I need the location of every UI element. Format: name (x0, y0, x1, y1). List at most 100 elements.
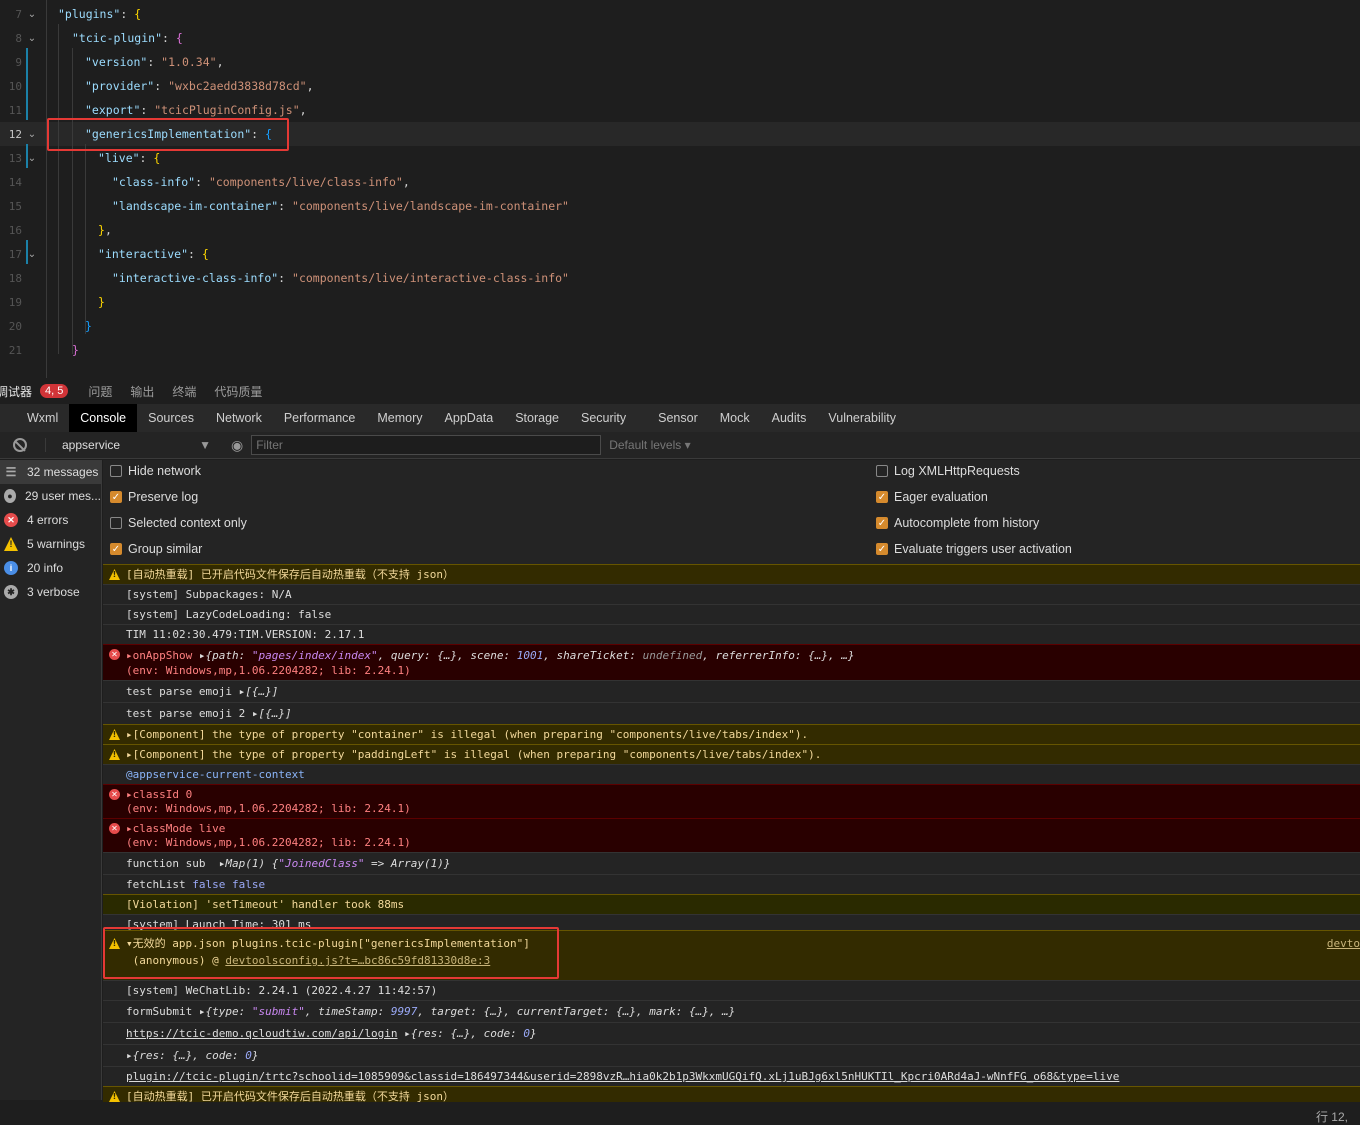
checkbox[interactable]: ✓ (876, 491, 888, 503)
setting-selected-context-only[interactable]: Selected context only (110, 516, 247, 530)
code-text: } (72, 343, 79, 357)
code-text: "plugins": { (58, 7, 142, 21)
sidebar-item-info[interactable]: i 20 info (0, 556, 101, 580)
fold-chevron-icon[interactable]: ⌄ (22, 249, 42, 260)
fold-chevron-icon[interactable]: ⌄ (22, 129, 42, 140)
setting-evaluate-triggers-user-activation[interactable]: ✓ Evaluate triggers user activation (876, 542, 1072, 556)
console-log-row[interactable]: test parse emoji ▸[{…}] (103, 680, 1360, 702)
sidebar-item-warnings[interactable]: ! 5 warnings (0, 532, 101, 556)
code-text: "version": "1.0.34", (85, 55, 224, 69)
code-text: "interactive": { (98, 247, 209, 261)
line-number: 18 (8, 271, 22, 285)
fold-chevron-icon[interactable]: ⌄ (22, 153, 42, 164)
clear-console-icon[interactable] (13, 438, 27, 452)
setting-autocomplete-from-history[interactable]: ✓ Autocomplete from history (876, 516, 1039, 530)
editor-line[interactable]: 8 ⌄ "tcic-plugin": { (0, 26, 1360, 50)
setting-log-xmlhttprequests[interactable]: Log XMLHttpRequests (876, 464, 1020, 478)
sidebar-item-user-messages[interactable]: ● 29 user mes... (0, 484, 101, 508)
plugin-url-link[interactable]: plugin://tcic-plugin/trtc?schoolid=10859… (126, 1070, 1119, 1083)
editor-line[interactable]: 15 "landscape-im-container": "components/… (0, 194, 1360, 218)
setting-hide-network[interactable]: Hide network (110, 464, 201, 478)
code-editor[interactable]: 7 ⌄ "plugins": {8 ⌄ "tcic-plugin": {9 "versio… (0, 0, 1360, 378)
checkbox[interactable]: ✓ (110, 543, 122, 555)
console-log-row[interactable]: formSubmit ▸{type: "submit", timeStamp: … (103, 1000, 1360, 1022)
setting-eager-evaluation[interactable]: ✓ Eager evaluation (876, 490, 988, 504)
cursor-position: 行 12, (1315, 1110, 1348, 1124)
tab-memory[interactable]: Memory (366, 404, 433, 432)
code-text: "class-info": "components/live/class-inf… (112, 175, 410, 189)
default-levels-dropdown[interactable]: Default levels ▾ (609, 438, 690, 452)
setting-preserve-log[interactable]: ✓ Preserve log (110, 490, 198, 504)
tab-wxml[interactable]: Wxml (16, 404, 69, 432)
tab-network[interactable]: Network (205, 404, 273, 432)
setting-label: Preserve log (128, 490, 199, 504)
tab-console[interactable]: Console (69, 404, 138, 432)
console-warning-row: ! [自动热重载] 已开启代码文件保存后自动热重载（不支持 json） (103, 564, 1360, 584)
console-error-row[interactable]: ✕ ▸onAppShow ▸{path: "pages/index/index",… (103, 644, 1360, 680)
tab-terminal[interactable]: 终端 (172, 383, 196, 400)
tab-audits[interactable]: Audits (761, 404, 818, 432)
checkbox[interactable] (876, 465, 888, 477)
eye-icon[interactable]: ◉ (231, 437, 243, 454)
sidebar-item-verbose[interactable]: ✱ 3 verbose (0, 580, 101, 604)
tab-performance[interactable]: Performance (273, 404, 367, 432)
console-log-row: [system] WeChatLib: 2.24.1 (2022.4.27 11… (103, 980, 1360, 1000)
setting-group-similar[interactable]: ✓ Group similar (110, 542, 202, 556)
editor-line[interactable]: 18 "interactive-class-info": "components/… (0, 266, 1360, 290)
console-error-row[interactable]: ✕ ▸classId 0 (env: Windows,mp,1.06.220428… (103, 784, 1360, 818)
editor-line[interactable]: 21} (0, 338, 1360, 362)
editor-line[interactable]: 16}, (0, 218, 1360, 242)
warning-icon: ! (4, 537, 18, 551)
console-sidebar: ☰ 32 messages ● 29 user mes... ✕ 4 errors !… (0, 460, 102, 1100)
setting-label: Hide network (128, 464, 201, 478)
sidebar-item-errors[interactable]: ✕ 4 errors (0, 508, 101, 532)
warning-icon: ! (109, 569, 120, 580)
editor-line[interactable]: 19} (0, 290, 1360, 314)
tab-output[interactable]: 输出 (130, 383, 154, 400)
editor-line[interactable]: 17 ⌄ "interactive": { (0, 242, 1360, 266)
tab-debugger[interactable]: 调试器 (0, 383, 32, 400)
console-log-row[interactable]: ▸{res: {…}, code: 0} (103, 1044, 1360, 1066)
console-log-row[interactable]: function sub ▸Map(1) {"JoinedClass" => A… (103, 852, 1360, 874)
error-icon: ✕ (109, 823, 120, 834)
checkbox[interactable]: ✓ (110, 491, 122, 503)
code-text: "landscape-im-container": "components/li… (112, 199, 569, 213)
tab-code-quality[interactable]: 代码质量 (214, 383, 262, 400)
checkbox[interactable] (110, 517, 122, 529)
tab-vulnerability[interactable]: Vulnerability (817, 404, 907, 432)
checkbox[interactable] (110, 465, 122, 477)
checkbox[interactable]: ✓ (876, 517, 888, 529)
tab-sources[interactable]: Sources (137, 404, 205, 432)
editor-line[interactable]: 7 ⌄ "plugins": { (0, 2, 1360, 26)
tab-appdata[interactable]: AppData (434, 404, 505, 432)
url-link[interactable]: https://tcic-demo.qcloudtiw.com/api/logi… (126, 1027, 398, 1040)
source-link-right[interactable]: devto (1327, 935, 1360, 952)
console-warning-row[interactable]: ! ▸[Component] the type of property "padd… (103, 744, 1360, 764)
context-selector[interactable]: appservice ▼ (45, 438, 215, 452)
fold-chevron-icon[interactable]: ⌄ (22, 33, 42, 44)
console-violation-row: [Violation] 'setTimeout' handler took 88… (103, 894, 1360, 914)
line-number: 11 (8, 103, 22, 117)
sidebar-item-messages[interactable]: ☰ 32 messages (0, 460, 101, 484)
setting-label: Autocomplete from history (894, 516, 1040, 530)
console-log-row[interactable]: test parse emoji 2 ▸[{…}] (103, 702, 1360, 724)
error-icon: ✕ (109, 789, 120, 800)
editor-line[interactable]: 20} (0, 314, 1360, 338)
console-warning-row[interactable]: ! ▸[Component] the type of property "cont… (103, 724, 1360, 744)
editor-line[interactable]: 14 "class-info": "components/live/class-i… (0, 170, 1360, 194)
tab-mock[interactable]: Mock (709, 404, 761, 432)
console-log-row: [system] Subpackages: N/A (103, 584, 1360, 604)
console-log-row[interactable]: https://tcic-demo.qcloudtiw.com/api/logi… (103, 1022, 1360, 1044)
editor-line[interactable]: 9 "version": "1.0.34", (0, 50, 1360, 74)
checkbox[interactable]: ✓ (876, 543, 888, 555)
editor-line[interactable]: 10 "provider": "wxbc2aedd3838d78cd", (0, 74, 1360, 98)
fold-chevron-icon[interactable]: ⌄ (22, 9, 42, 20)
console-error-row[interactable]: ✕ ▸classMode live (env: Windows,mp,1.06.2… (103, 818, 1360, 852)
filter-input[interactable] (251, 435, 602, 455)
console-log-row[interactable]: plugin://tcic-plugin/trtc?schoolid=10859… (103, 1066, 1360, 1086)
tab-problems[interactable]: 问题 (88, 383, 112, 400)
tab-storage[interactable]: Storage (504, 404, 570, 432)
change-marker (26, 240, 28, 264)
tab-sensor[interactable]: Sensor (647, 404, 709, 432)
tab-security[interactable]: Security (570, 404, 637, 432)
